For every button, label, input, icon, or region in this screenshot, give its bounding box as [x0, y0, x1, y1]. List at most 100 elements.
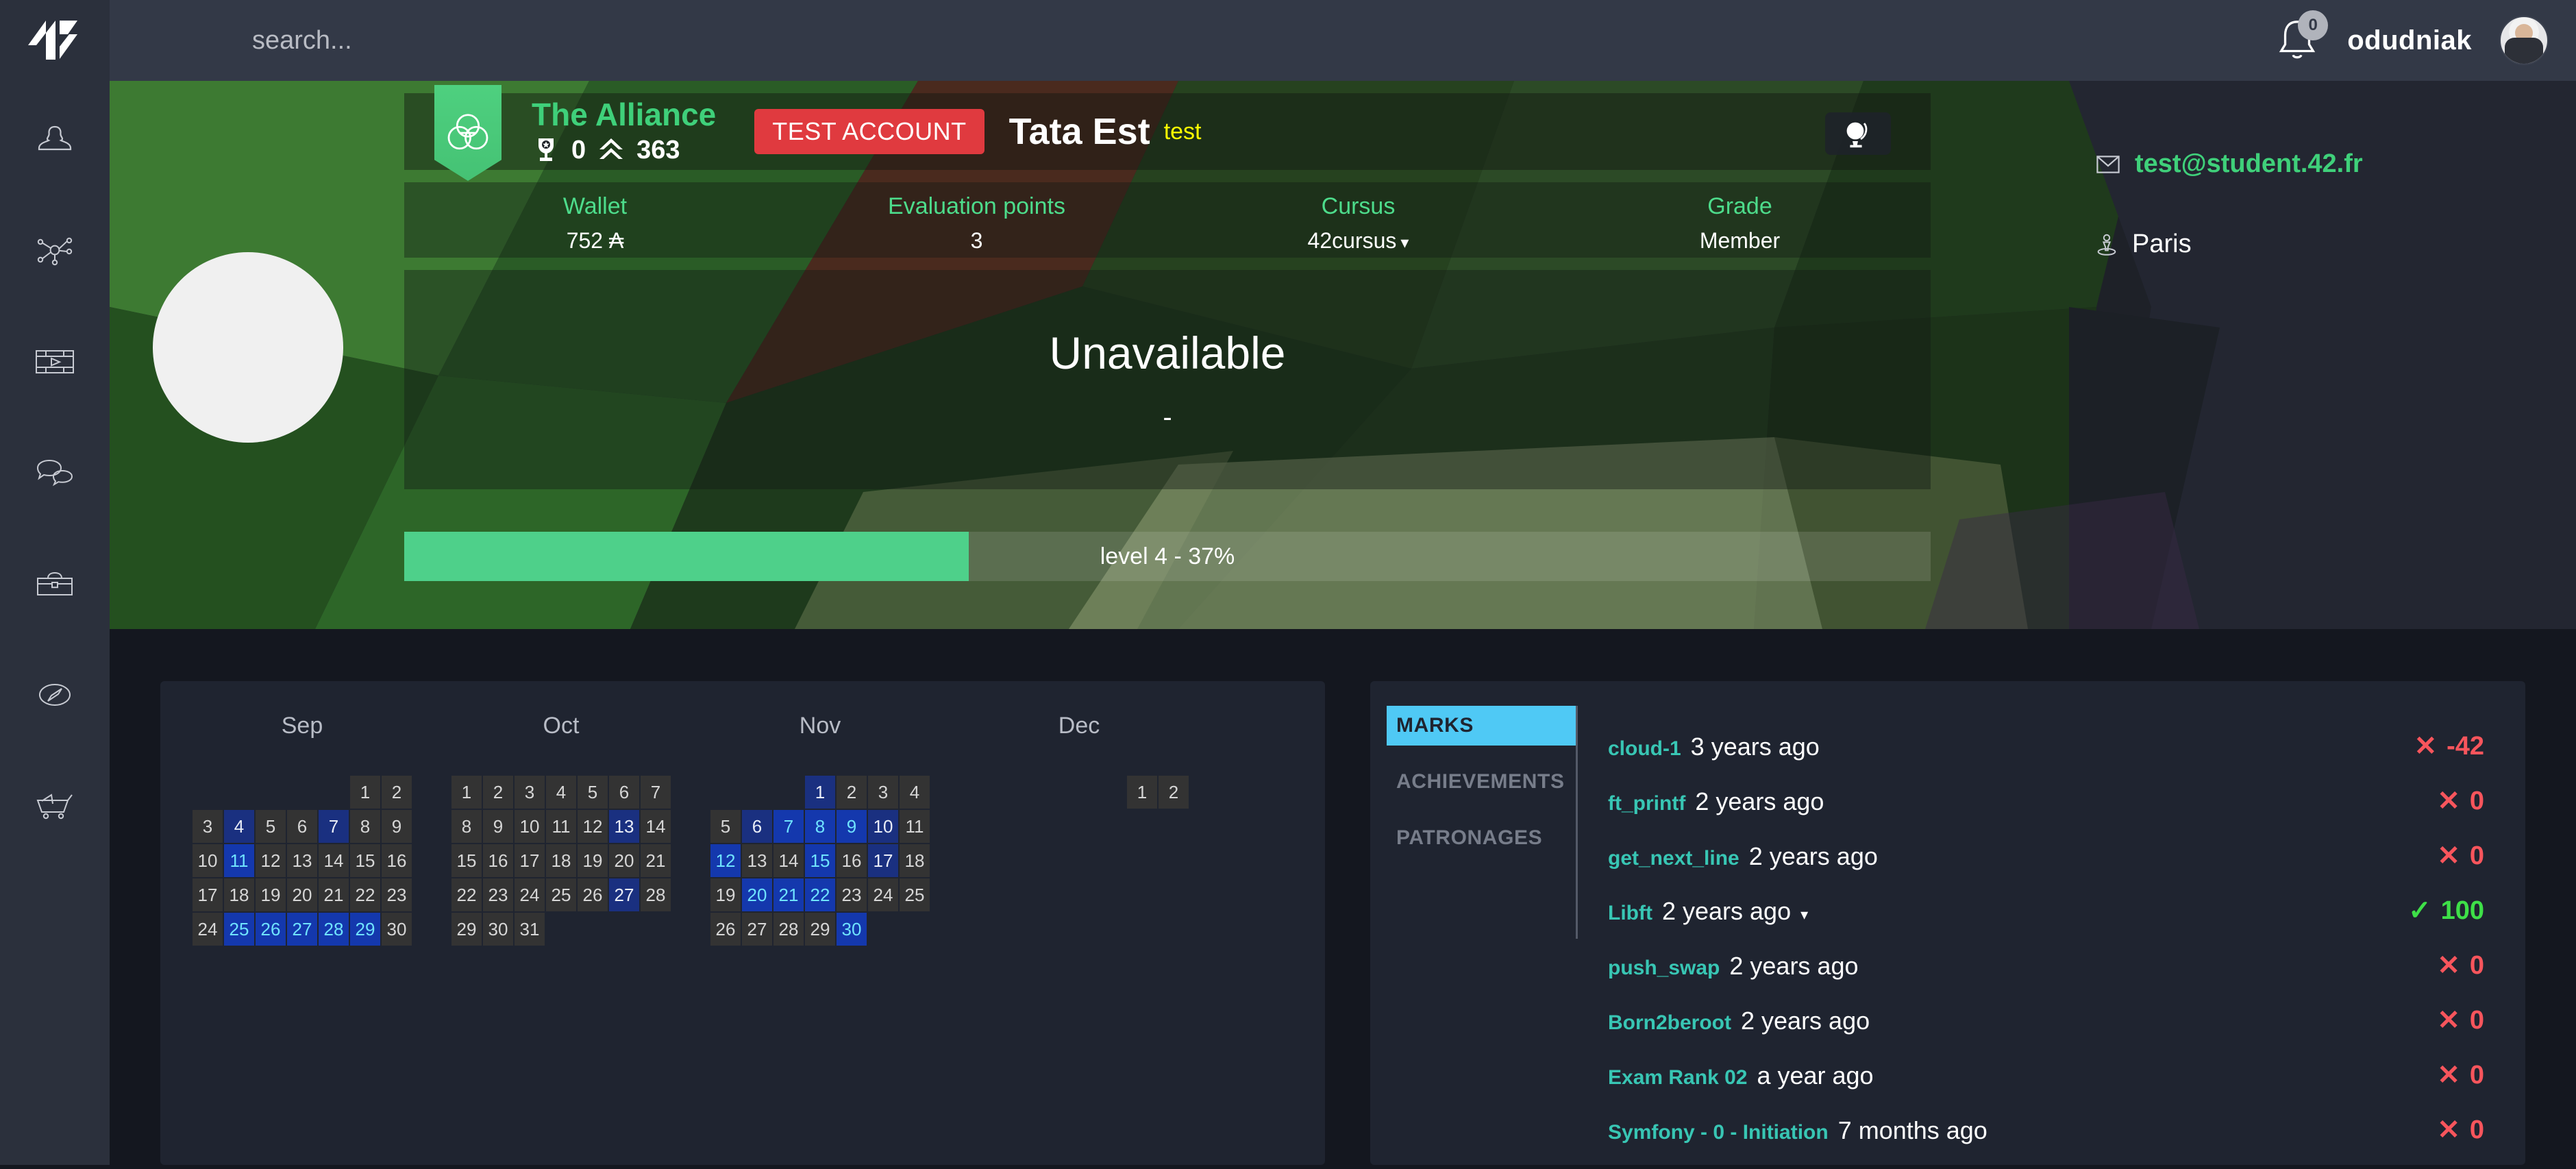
mark-project-name[interactable]: Born2beroot: [1608, 1011, 1731, 1035]
language-button[interactable]: [1825, 112, 1891, 155]
calendar-day[interactable]: 24: [515, 878, 545, 911]
sidebar-item-profile[interactable]: [0, 107, 110, 173]
calendar-day[interactable]: 13: [609, 810, 639, 843]
sidebar-item-compass[interactable]: [0, 662, 110, 728]
calendar-day[interactable]: 7: [319, 810, 349, 843]
tab-achievements[interactable]: ACHIEVEMENTS: [1387, 762, 1576, 802]
calendar-day[interactable]: 20: [742, 878, 772, 911]
sidebar-item-shop[interactable]: [0, 773, 110, 839]
username-label[interactable]: odudniak: [2347, 25, 2472, 56]
calendar-day[interactable]: 9: [483, 810, 513, 843]
calendar-day[interactable]: 12: [578, 810, 608, 843]
calendar-day[interactable]: 30: [837, 913, 867, 946]
calendar-day[interactable]: 26: [710, 913, 741, 946]
calendar-day[interactable]: 12: [256, 844, 286, 877]
calendar-day[interactable]: 9: [382, 810, 412, 843]
mark-project-name[interactable]: Symfony - 0 - Initiation: [1608, 1121, 1829, 1144]
calendar-day[interactable]: 14: [319, 844, 349, 877]
calendar-day[interactable]: 17: [868, 844, 898, 877]
calendar-day[interactable]: 7: [641, 776, 671, 809]
calendar-day[interactable]: 15: [451, 844, 482, 877]
mark-row[interactable]: get_next_line 2 years ago ✕ 0: [1608, 840, 2484, 895]
calendar-day[interactable]: 23: [483, 878, 513, 911]
calendar-day[interactable]: 30: [483, 913, 513, 946]
calendar-day[interactable]: 4: [546, 776, 576, 809]
mark-row[interactable]: cloud-1 3 years ago ✕ -42: [1608, 730, 2484, 785]
calendar-day[interactable]: 10: [868, 810, 898, 843]
calendar-day[interactable]: 20: [287, 878, 317, 911]
calendar-day[interactable]: 25: [900, 878, 930, 911]
mark-row[interactable]: Symfony - 0 - Initiation 7 months ago ✕ 0: [1608, 1114, 2484, 1169]
calendar-day[interactable]: 5: [710, 810, 741, 843]
calendar-day[interactable]: 21: [641, 844, 671, 877]
calendar-day[interactable]: 23: [837, 878, 867, 911]
mark-project-name[interactable]: cloud-1: [1608, 737, 1681, 761]
calendar-day[interactable]: 24: [868, 878, 898, 911]
calendar-day[interactable]: 29: [805, 913, 835, 946]
calendar-day[interactable]: 8: [451, 810, 482, 843]
calendar-day[interactable]: 24: [193, 913, 223, 946]
calendar-day[interactable]: 29: [451, 913, 482, 946]
calendar-day[interactable]: 2: [483, 776, 513, 809]
profile-avatar[interactable]: [153, 252, 343, 443]
email-row[interactable]: test@student.42.fr: [2096, 149, 2363, 179]
calendar-day[interactable]: 1: [451, 776, 482, 809]
calendar-day[interactable]: 3: [515, 776, 545, 809]
calendar-day[interactable]: 21: [319, 878, 349, 911]
mark-project-name[interactable]: get_next_line: [1608, 847, 1739, 870]
calendar-day[interactable]: 30: [382, 913, 412, 946]
calendar-day[interactable]: 13: [742, 844, 772, 877]
calendar-day[interactable]: 1: [805, 776, 835, 809]
sidebar-item-toolbox[interactable]: [0, 551, 110, 617]
calendar-day[interactable]: 8: [350, 810, 380, 843]
calendar-day[interactable]: 3: [868, 776, 898, 809]
calendar-day[interactable]: 26: [256, 913, 286, 946]
calendar-day[interactable]: 4: [900, 776, 930, 809]
calendar-day[interactable]: 8: [805, 810, 835, 843]
calendar-day[interactable]: 28: [773, 913, 804, 946]
sidebar-item-network[interactable]: [0, 218, 110, 284]
calendar-day[interactable]: 10: [193, 844, 223, 877]
calendar-day[interactable]: 31: [515, 913, 545, 946]
calendar-day[interactable]: 13: [287, 844, 317, 877]
calendar-day[interactable]: 2: [1159, 776, 1189, 809]
mark-row[interactable]: ft_printf 2 years ago ✕ 0: [1608, 785, 2484, 840]
calendar-day[interactable]: 17: [515, 844, 545, 877]
search-input[interactable]: [252, 20, 869, 61]
calendar-day[interactable]: 19: [256, 878, 286, 911]
calendar-day[interactable]: 11: [224, 844, 254, 877]
cursus-select[interactable]: 42cursus ▾: [1167, 228, 1549, 254]
calendar-day[interactable]: 7: [773, 810, 804, 843]
calendar-day[interactable]: 29: [350, 913, 380, 946]
calendar-day[interactable]: 15: [805, 844, 835, 877]
calendar-day[interactable]: 11: [546, 810, 576, 843]
calendar-day[interactable]: 2: [837, 776, 867, 809]
calendar-day[interactable]: 16: [483, 844, 513, 877]
calendar-day[interactable]: 22: [805, 878, 835, 911]
calendar-day[interactable]: 15: [350, 844, 380, 877]
calendar-day[interactable]: 16: [382, 844, 412, 877]
calendar-day[interactable]: 19: [710, 878, 741, 911]
notifications-button[interactable]: 0: [2275, 10, 2329, 65]
calendar-day[interactable]: 17: [193, 878, 223, 911]
calendar-day[interactable]: 27: [742, 913, 772, 946]
calendar-day[interactable]: 22: [350, 878, 380, 911]
calendar-day[interactable]: 18: [900, 844, 930, 877]
mark-row[interactable]: Born2beroot 2 years ago ✕ 0: [1608, 1005, 2484, 1059]
calendar-day[interactable]: 25: [546, 878, 576, 911]
calendar-day[interactable]: 2: [382, 776, 412, 809]
calendar-day[interactable]: 3: [193, 810, 223, 843]
calendar-day[interactable]: 28: [641, 878, 671, 911]
tab-patronages[interactable]: PATRONAGES: [1387, 818, 1576, 858]
mark-project-name[interactable]: Libft: [1608, 902, 1652, 925]
calendar-day[interactable]: 19: [578, 844, 608, 877]
avatar[interactable]: [2499, 16, 2549, 65]
mark-project-name[interactable]: push_swap: [1608, 957, 1720, 980]
calendar-day[interactable]: 5: [578, 776, 608, 809]
calendar-day[interactable]: 12: [710, 844, 741, 877]
logo-42[interactable]: [0, 0, 110, 81]
calendar-day[interactable]: 6: [742, 810, 772, 843]
calendar-day[interactable]: 1: [350, 776, 380, 809]
sidebar-item-chat[interactable]: [0, 440, 110, 506]
calendar-day[interactable]: 22: [451, 878, 482, 911]
